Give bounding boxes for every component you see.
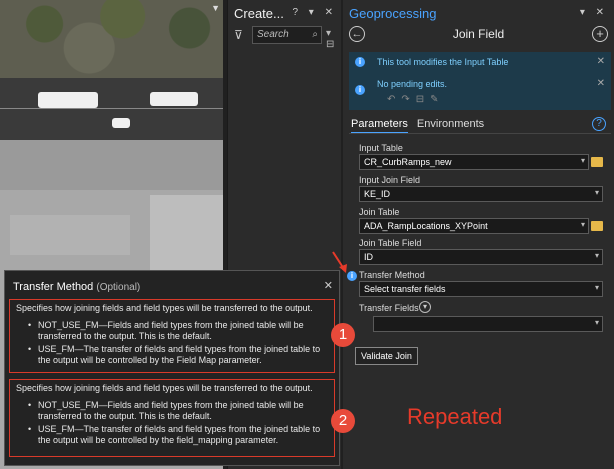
map-lane-line — [0, 108, 223, 109]
geoprocessing-pane: Geoprocessing ▾ ✕ ← Join Field + i This … — [343, 0, 614, 469]
transfer-fields-label: Transfer Fields — [359, 303, 419, 313]
join-table-label: Join Table — [359, 207, 400, 217]
input-table-field[interactable]: CR_CurbRamps_new ▾ — [359, 154, 589, 170]
search-input[interactable]: Search ⌕ — [252, 26, 322, 44]
badge-1: 1 — [331, 323, 355, 347]
tooltip-title-text: Transfer Method — [13, 281, 94, 293]
tool-title: Join Field — [452, 27, 505, 41]
help-icon[interactable]: ? — [592, 117, 606, 131]
tab-environments[interactable]: Environments — [417, 118, 484, 132]
tooltip-block-1: Specifies how joining fields and field t… — [9, 299, 335, 373]
join-table-field-value: ID — [364, 252, 373, 262]
transfer-method-value: Select transfer fields — [364, 284, 446, 294]
join-table-field-label: Join Table Field — [359, 238, 422, 248]
map-sidewalk — [0, 140, 223, 190]
create-pane-title: Create... — [234, 6, 284, 21]
input-table-value: CR_CurbRamps_new — [364, 157, 452, 167]
block-description: Specifies how joining fields and field t… — [16, 303, 313, 313]
folder-icon[interactable] — [591, 157, 603, 167]
chevron-down-icon[interactable]: ▾ — [595, 251, 599, 260]
map-tab-bar: ▼ — [0, 0, 223, 18]
message-box: i This tool modifies the Input Table ✕ i… — [349, 52, 611, 110]
dismiss-icon[interactable]: ✕ — [597, 78, 605, 89]
repeated-annotation: Repeated — [407, 404, 503, 429]
block-list: NOT_USE_FM—Fields and field types from t… — [16, 400, 328, 446]
map-roof — [10, 215, 130, 255]
divider — [349, 133, 611, 134]
map-roof — [150, 195, 223, 275]
transfer-method-tooltip: Transfer Method (Optional) ✕ Specifies h… — [4, 270, 355, 466]
join-table-value: ADA_RampLocations_XYPoint — [364, 221, 488, 231]
search-options-icon[interactable]: ▾ ⊟ — [326, 28, 341, 50]
add-icon[interactable]: + — [592, 26, 608, 42]
transfer-fields-select[interactable]: ▾ — [373, 316, 603, 332]
edit-history-icons[interactable]: ↶↷⊟✎ — [387, 94, 445, 105]
info-icon: i — [355, 85, 365, 95]
tooltip-title: Transfer Method (Optional) — [13, 281, 140, 293]
map-road — [0, 78, 223, 140]
join-table-field[interactable]: ADA_RampLocations_XYPoint ▾ — [359, 218, 589, 234]
input-join-field-value: KE_ID — [364, 189, 391, 199]
list-item: USE_FM—The transfer of fields and field … — [28, 424, 328, 446]
block-description: Specifies how joining fields and field t… — [16, 383, 313, 393]
folder-icon[interactable] — [591, 221, 603, 231]
message-text: This tool modifies the Input Table — [377, 57, 509, 67]
tab-parameters[interactable]: Parameters — [351, 118, 408, 134]
chevron-down-icon[interactable]: ▾ — [581, 156, 585, 165]
transfer-method-label: Transfer Method — [359, 270, 425, 280]
map-vehicle — [38, 92, 98, 108]
input-join-field-label: Input Join Field — [359, 175, 421, 185]
block-list: NOT_USE_FM—Fields and field types from t… — [16, 320, 328, 366]
validate-join-button[interactable]: Validate Join — [355, 347, 418, 365]
chevron-down-icon[interactable]: ▾ — [595, 188, 599, 197]
input-table-label: Input Table — [359, 143, 403, 153]
list-item: NOT_USE_FM—Fields and field types from t… — [28, 400, 328, 422]
input-join-field-select[interactable]: KE_ID ▾ — [359, 186, 603, 202]
chevron-down-icon[interactable]: ▾ — [595, 318, 599, 327]
pane-controls[interactable]: ▾ ✕ — [580, 7, 608, 18]
map-vehicle — [150, 92, 198, 106]
badge-2: 2 — [331, 409, 355, 433]
filter-icon[interactable]: ⊽ — [234, 28, 243, 42]
transfer-method-select[interactable]: Select transfer fields ▾ — [359, 281, 603, 297]
chevron-down-icon[interactable]: ▼ — [211, 3, 220, 13]
join-table-field-select[interactable]: ID ▾ — [359, 249, 603, 265]
dismiss-icon[interactable]: ✕ — [597, 56, 605, 67]
chevron-down-icon[interactable]: ▾ — [419, 301, 431, 313]
list-item: NOT_USE_FM—Fields and field types from t… — [28, 320, 328, 342]
tooltip-block-2: Specifies how joining fields and field t… — [9, 379, 335, 457]
map-vehicle — [112, 118, 130, 128]
tooltip-optional: (Optional) — [96, 282, 141, 293]
message-text: No pending edits. — [377, 79, 448, 89]
chevron-down-icon[interactable]: ▾ — [581, 220, 585, 229]
chevron-down-icon[interactable]: ▾ — [595, 283, 599, 292]
search-placeholder: Search — [257, 29, 289, 40]
pane-title: Geoprocessing — [349, 6, 437, 21]
close-icon[interactable]: ✕ — [324, 279, 333, 292]
tab-bar: Parameters Environments — [351, 118, 490, 134]
create-pane-controls[interactable]: ? ▾ ✕ — [292, 7, 337, 18]
search-icon[interactable]: ⌕ — [312, 29, 318, 40]
list-item: USE_FM—The transfer of fields and field … — [28, 344, 328, 366]
info-icon: i — [355, 57, 365, 67]
